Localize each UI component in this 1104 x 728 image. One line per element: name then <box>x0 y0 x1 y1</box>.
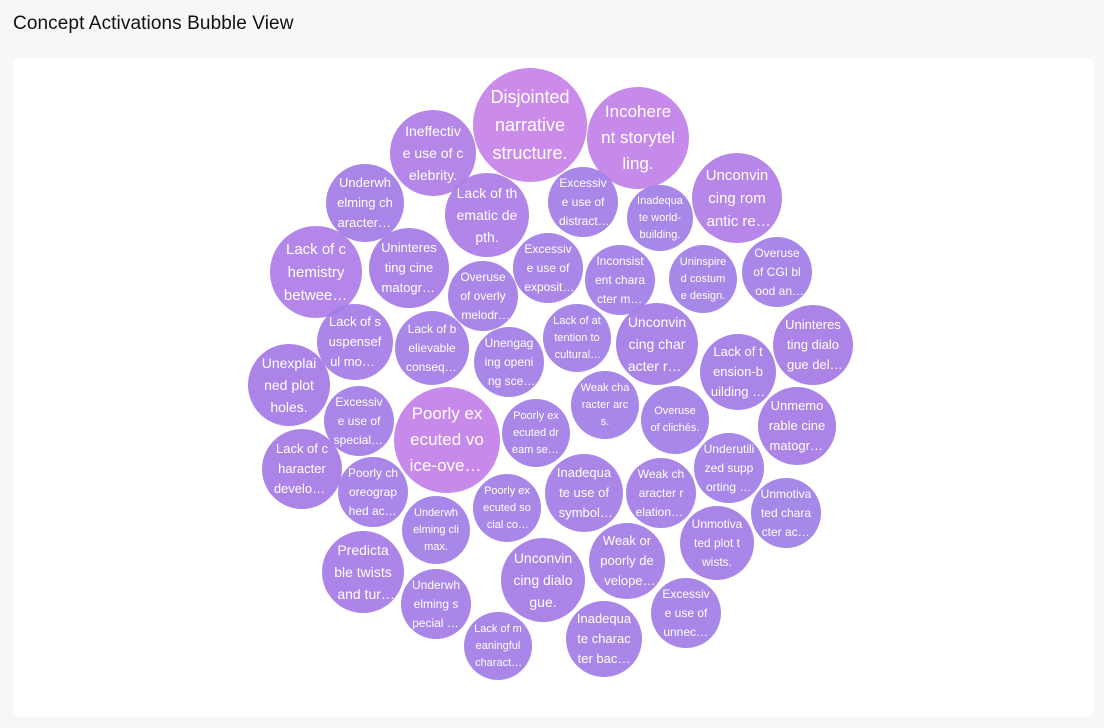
bubble-poorly-executed-social-commentary[interactable]: Poorly executed social commentary. <box>473 474 541 542</box>
bubble-underwhelming-climax[interactable]: Underwhelming climax. <box>402 496 470 564</box>
bubble-lack-of-attention-to-cultural-authenticity[interactable]: Lack of attention to cultural authentici… <box>543 304 611 372</box>
bubble-label: Lack of meaningful character interaction… <box>474 622 522 669</box>
bubble-label: Lack of chemistry between leads. <box>283 240 349 304</box>
bubble-label: Unmotivated character actions. <box>760 486 812 539</box>
bubble-uninteresting-dialogue-delivery[interactable]: Uninteresting dialogue delivery. <box>773 305 853 385</box>
bubble-label: Unconvincing character relationships. <box>627 314 687 374</box>
page-title: Concept Activations Bubble View <box>13 13 294 34</box>
bubble-lack-of-thematic-depth[interactable]: Lack of thematic depth. <box>445 173 529 257</box>
bubble-label: Underwhelming character motivations. <box>337 175 393 230</box>
bubble-label: Weak or poorly developed villain. <box>600 533 654 588</box>
bubble-label: Inadequate character backstory. <box>576 611 632 666</box>
bubble-label: Overuse of overly melodramatic acting. <box>460 269 506 322</box>
bubble-unmotivated-plot-twists[interactable]: Unmotivated plot twists. <box>680 506 754 580</box>
bubble-label: Unmemorable cinematography. <box>768 398 826 453</box>
bubble-label: Inadequate world-building. <box>637 194 683 241</box>
bubble-label: Inadequate use of symbolism. <box>556 465 612 520</box>
bubble-poorly-choreographed-action-sequences[interactable]: Poorly choreographed action sequences. <box>338 457 408 527</box>
bubble-label: Overuse of clichés. <box>650 405 700 434</box>
bubble-poorly-executed-dream-sequences[interactable]: Poorly executed dream sequences. <box>502 399 570 467</box>
bubble-unconvincing-dialogue[interactable]: Unconvincing dialogue. <box>501 538 585 622</box>
bubble-lack-of-believable-consequences-for-actions[interactable]: Lack of believable consequences for acti… <box>395 311 469 385</box>
bubble-unmemorable-cinematography[interactable]: Unmemorable cinematography. <box>758 387 836 465</box>
bubble-label: Weak character arcs. <box>580 381 630 428</box>
bubble-inadequate-world-building[interactable]: Inadequate world-building. <box>627 185 693 251</box>
bubble-label: Poorly executed voice-over narration. <box>409 404 485 475</box>
bubble-lack-of-suspenseful-moments[interactable]: Lack of suspenseful moments. <box>317 304 393 380</box>
bubble-inadequate-character-backstory[interactable]: Inadequate character backstory. <box>566 601 642 677</box>
bubble-label: Excessive use of unnecessary subplots. <box>662 586 710 639</box>
bubble-label: Lack of tension-building scenes. <box>710 344 766 399</box>
bubble-label: Lack of attention to cultural authentici… <box>553 314 601 361</box>
bubble-unmotivated-character-actions[interactable]: Unmotivated character actions. <box>751 478 821 548</box>
bubble-uninspired-costume-design[interactable]: Uninspired costume design. <box>669 245 737 313</box>
bubble-overuse-of-clich-s[interactable]: Overuse of clichés. <box>641 386 709 454</box>
bubble-lack-of-meaningful-character-interactions[interactable]: Lack of meaningful character interaction… <box>464 612 532 680</box>
bubble-label: Underwhelming climax. <box>413 506 459 553</box>
bubble-label: Incoherent storytelling. <box>601 102 675 173</box>
bubble-underwhelming-special-effects[interactable]: Underwhelming special effects. <box>401 569 471 639</box>
bubble-label: Disjointed narrative structure. <box>490 87 570 163</box>
bubble-weak-character-relationships[interactable]: Weak character relationships. <box>626 458 696 528</box>
bubble-predictable-twists-and-turns[interactable]: Predictable twists and turns. <box>322 531 404 613</box>
bubble-uninteresting-cinematography[interactable]: Uninteresting cinematography. <box>369 228 449 308</box>
bubble-label: Unconvincing dialogue. <box>513 550 573 610</box>
bubble-label: Poorly executed social commentary. <box>483 484 531 531</box>
bubble-poorly-executed-voice-over-narration[interactable]: Poorly executed voice-over narration. <box>394 387 500 493</box>
bubble-label: Ineffective use of celebrity. <box>402 123 464 183</box>
bubble-excessive-use-of-unnecessary-subplots[interactable]: Excessive use of unnecessary subplots. <box>651 578 721 648</box>
bubble-label: Unengaging opening scene. <box>484 335 534 388</box>
bubble-label: Lack of thematic depth. <box>456 185 518 245</box>
bubble-label: Unconvincing romantic relationship. <box>705 166 769 230</box>
bubble-label: Excessive use of distracting effects. <box>558 175 608 228</box>
bubble-label: Excessive use of exposition. <box>524 241 572 294</box>
bubble-disjointed-narrative-structure[interactable]: Disjointed narrative structure. <box>473 68 587 182</box>
bubble-unexplained-plot-holes[interactable]: Unexplained plot holes. <box>248 344 330 426</box>
bubble-unconvincing-character-relationships[interactable]: Unconvincing character relationships. <box>616 303 698 385</box>
bubble-label: Underutilized supporting cast. <box>703 441 755 494</box>
bubble-label: Inconsistent character motivation. <box>594 253 646 306</box>
bubble-label: Lack of character development. <box>273 441 331 496</box>
bubble-label: Weak character relationships. <box>635 466 687 519</box>
bubble-label: Poorly executed dream sequences. <box>511 409 561 456</box>
bubble-overuse-of-cgi-blood-and-gore[interactable]: Overuse of CGI blood and gore. <box>742 237 812 307</box>
bubble-excessive-use-of-distracting-effects[interactable]: Excessive use of distracting effects. <box>548 167 618 237</box>
bubble-excessive-use-of-exposition[interactable]: Excessive use of exposition. <box>513 233 583 303</box>
bubble-weak-character-arcs[interactable]: Weak character arcs. <box>571 371 639 439</box>
bubble-label: Overuse of CGI blood and gore. <box>753 245 801 298</box>
bubble-inadequate-use-of-symbolism[interactable]: Inadequate use of symbolism. <box>545 454 623 532</box>
bubble-label: Unmotivated plot twists. <box>691 516 743 569</box>
bubble-label: Predictable twists and turns. <box>334 542 392 602</box>
bubble-lack-of-character-development[interactable]: Lack of character development. <box>262 429 342 509</box>
bubble-chart-panel: Disjointed narrative structure. Incoheren… <box>13 58 1094 717</box>
bubble-unconvincing-romantic-relationship[interactable]: Unconvincing romantic relationship. <box>692 153 782 243</box>
bubble-weak-or-poorly-developed-villain[interactable]: Weak or poorly developed villain. <box>589 523 665 599</box>
bubble-underutilized-supporting-cast[interactable]: Underutilized supporting cast. <box>694 433 764 503</box>
bubble-label: Poorly choreographed action sequences. <box>347 465 399 518</box>
bubble-label: Excessive use of special effects. <box>333 394 385 447</box>
bubble-overuse-of-overly-melodramatic-acting[interactable]: Overuse of overly melodramatic acting. <box>448 261 518 331</box>
bubble-label: Unexplained plot holes. <box>261 355 317 415</box>
bubble-label: Underwhelming special effects. <box>411 577 461 630</box>
bubble-lack-of-tension-building-scenes[interactable]: Lack of tension-building scenes. <box>700 334 776 410</box>
bubble-label: Lack of suspenseful moments. <box>328 314 382 369</box>
bubble-label: Lack of believable consequences for acti… <box>405 321 459 374</box>
bubble-unengaging-opening-scene[interactable]: Unengaging opening scene. <box>474 327 544 397</box>
bubble-label: Uninteresting cinematography. <box>381 240 437 295</box>
bubble-label: Uninspired costume design. <box>679 255 727 302</box>
bubble-label: Uninteresting dialogue delivery. <box>785 317 841 372</box>
